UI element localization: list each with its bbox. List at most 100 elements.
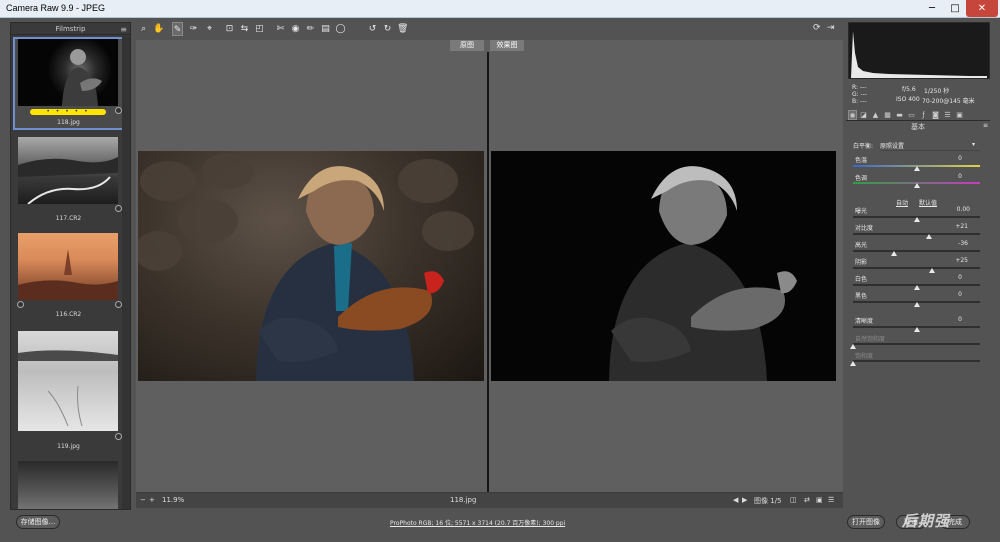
slider-value[interactable]: +21 bbox=[938, 223, 968, 230]
slider-track[interactable] bbox=[853, 250, 980, 252]
filmstrip-item-next[interactable] bbox=[15, 459, 122, 509]
slider-thumb[interactable] bbox=[913, 183, 920, 188]
filmstrip-item-119[interactable]: 119.jpg bbox=[15, 329, 122, 450]
fullscreen-icon[interactable]: ⇥ bbox=[827, 23, 835, 33]
after-photo[interactable] bbox=[491, 151, 836, 381]
tab-detail-icon[interactable]: ▲ bbox=[871, 110, 880, 120]
filmstrip-item-116[interactable]: 116.CR2 bbox=[15, 231, 122, 323]
slider-thumb[interactable] bbox=[913, 166, 920, 171]
default-button[interactable]: 默认值 bbox=[919, 198, 937, 207]
slider-thumb[interactable] bbox=[928, 268, 935, 273]
swap-before-after-icon[interactable]: ⇄ bbox=[804, 496, 810, 504]
chevron-down-icon[interactable]: ▾ bbox=[972, 141, 975, 148]
minimize-button[interactable]: ─ bbox=[920, 0, 944, 17]
filmstrip-item-118[interactable]: • • • • • 118.jpg bbox=[15, 23, 122, 133]
targeted-adjustment-icon[interactable]: ⌖ bbox=[204, 22, 215, 36]
slider-track[interactable] bbox=[853, 360, 980, 362]
tab-split-tone-icon[interactable]: ▬ bbox=[895, 110, 904, 120]
slider-thumb[interactable] bbox=[850, 361, 856, 366]
thumbnail-road-icon bbox=[18, 157, 118, 205]
rotate-left-icon[interactable]: ↺ bbox=[367, 22, 378, 36]
view-options-icon[interactable]: ☰ bbox=[828, 496, 834, 504]
spot-removal-icon[interactable]: ✄ bbox=[275, 22, 286, 36]
color-sampler-tool-icon[interactable]: ✑ bbox=[188, 22, 199, 36]
slider-label: 自然饱和度 bbox=[855, 336, 886, 343]
slider-thumb[interactable] bbox=[890, 251, 897, 256]
save-image-button[interactable]: 存储图像... bbox=[16, 515, 60, 529]
before-photo[interactable] bbox=[138, 151, 484, 381]
thumbnail-image[interactable] bbox=[18, 461, 118, 509]
slider-thumb[interactable] bbox=[913, 302, 920, 307]
zoom-in-button[interactable]: + bbox=[149, 496, 155, 504]
slider-value[interactable]: +25 bbox=[938, 257, 968, 264]
edited-badge-icon bbox=[115, 205, 122, 212]
slider-value[interactable]: 0.00 bbox=[940, 206, 970, 213]
tab-lens-icon[interactable]: ▭ bbox=[907, 110, 916, 120]
adjustment-brush-icon[interactable]: ✏ bbox=[305, 22, 316, 36]
close-button[interactable]: ✕ bbox=[966, 0, 998, 17]
workflow-options-link[interactable]: ProPhoto RGB; 16 位; 5571 x 3714 (20.7 百万… bbox=[390, 518, 565, 527]
white-balance-tool-icon[interactable]: ✎ bbox=[172, 22, 183, 36]
before-after-divider[interactable] bbox=[487, 52, 489, 492]
before-label: 原图 bbox=[450, 40, 484, 51]
slider-label: 高光 bbox=[855, 242, 868, 249]
slider-value[interactable]: 0 bbox=[932, 173, 962, 180]
next-image-button[interactable]: ▶ bbox=[742, 496, 747, 504]
copy-settings-icon[interactable]: ▣ bbox=[816, 496, 823, 504]
slider-thumb[interactable] bbox=[913, 217, 920, 222]
slider-thumb[interactable] bbox=[913, 327, 920, 332]
panel-title: 基本 bbox=[911, 123, 925, 131]
open-image-button[interactable]: 打开图像 bbox=[847, 515, 885, 529]
hand-tool-icon[interactable]: ✋ bbox=[153, 22, 164, 36]
image-counter: 图像 1/5 bbox=[754, 497, 782, 505]
rotate-right-icon[interactable]: ↻ bbox=[382, 22, 393, 36]
sync-icon[interactable]: ⟳ bbox=[813, 23, 821, 33]
tab-presets-icon[interactable]: ☰ bbox=[943, 110, 952, 120]
tab-fx-icon[interactable]: ƒ bbox=[919, 110, 928, 120]
slider-thumb[interactable] bbox=[926, 234, 933, 239]
thumbnail-image[interactable] bbox=[18, 39, 118, 106]
thumbnail-image[interactable] bbox=[18, 137, 118, 205]
thumbnail-image[interactable] bbox=[18, 233, 118, 300]
radial-filter-icon[interactable]: ◯ bbox=[335, 22, 346, 36]
thumbnail-image[interactable] bbox=[18, 331, 118, 431]
delete-icon[interactable]: 🗑 bbox=[397, 22, 408, 36]
slider-thumb[interactable] bbox=[913, 285, 920, 290]
tab-basic-icon[interactable]: ✺ bbox=[848, 110, 857, 120]
slider-label: 对比度 bbox=[855, 225, 874, 232]
panel-menu-icon[interactable]: ≡ bbox=[983, 122, 988, 129]
title-bar: Camera Raw 9.9 - JPEG ─ □ ✕ bbox=[0, 0, 1000, 18]
zoom-out-button[interactable]: − bbox=[140, 496, 146, 504]
auto-button[interactable]: 自动 bbox=[896, 198, 908, 207]
graduated-filter-icon[interactable]: ▤ bbox=[320, 22, 331, 36]
crop-tool-icon[interactable]: ⊡ bbox=[224, 22, 235, 36]
previous-image-button[interactable]: ◀ bbox=[733, 496, 738, 504]
straighten-tool-icon[interactable]: ⇆ bbox=[239, 22, 250, 36]
tab-curve-icon[interactable]: ◪ bbox=[859, 110, 868, 120]
maximize-button[interactable]: □ bbox=[944, 0, 966, 17]
rating-stars[interactable]: • • • • • bbox=[30, 109, 106, 115]
slider-value[interactable]: 0 bbox=[932, 155, 962, 162]
tab-hsl-icon[interactable]: ▦ bbox=[883, 110, 892, 120]
tab-snapshots-icon[interactable]: ▣ bbox=[955, 110, 964, 120]
filmstrip-item-117[interactable]: 117.CR2 bbox=[15, 135, 122, 227]
filmstrip-scrollbar[interactable] bbox=[122, 36, 130, 509]
slider-track[interactable] bbox=[853, 233, 980, 235]
white-balance-select[interactable]: 原照设置 bbox=[880, 141, 980, 151]
slider-track[interactable] bbox=[853, 343, 980, 345]
slider-track[interactable] bbox=[853, 267, 980, 269]
slider-value[interactable]: -36 bbox=[938, 240, 968, 247]
slider-value[interactable]: 0 bbox=[932, 274, 962, 281]
filmstrip-panel: Filmstrip ≡ • • • • • 118.jpg 117.CR2 11… bbox=[10, 22, 131, 510]
compare-view-icon[interactable]: ◫ bbox=[790, 496, 797, 504]
slider-value[interactable]: 0 bbox=[932, 291, 962, 298]
tab-camera-icon[interactable]: ◙ bbox=[931, 110, 940, 120]
panel-tabs: ✺ ◪ ▲ ▦ ▬ ▭ ƒ ◙ ☰ ▣ bbox=[846, 110, 990, 121]
zoom-level[interactable]: 11.9% bbox=[162, 496, 184, 504]
red-eye-icon[interactable]: ◉ bbox=[290, 22, 301, 36]
zoom-tool-icon[interactable]: ⌕ bbox=[138, 22, 149, 36]
slider-thumb[interactable] bbox=[850, 344, 856, 349]
thumbnail-tree-icon bbox=[18, 350, 118, 427]
slider-value[interactable]: 0 bbox=[932, 316, 962, 323]
transform-tool-icon[interactable]: ◰ bbox=[254, 22, 265, 36]
